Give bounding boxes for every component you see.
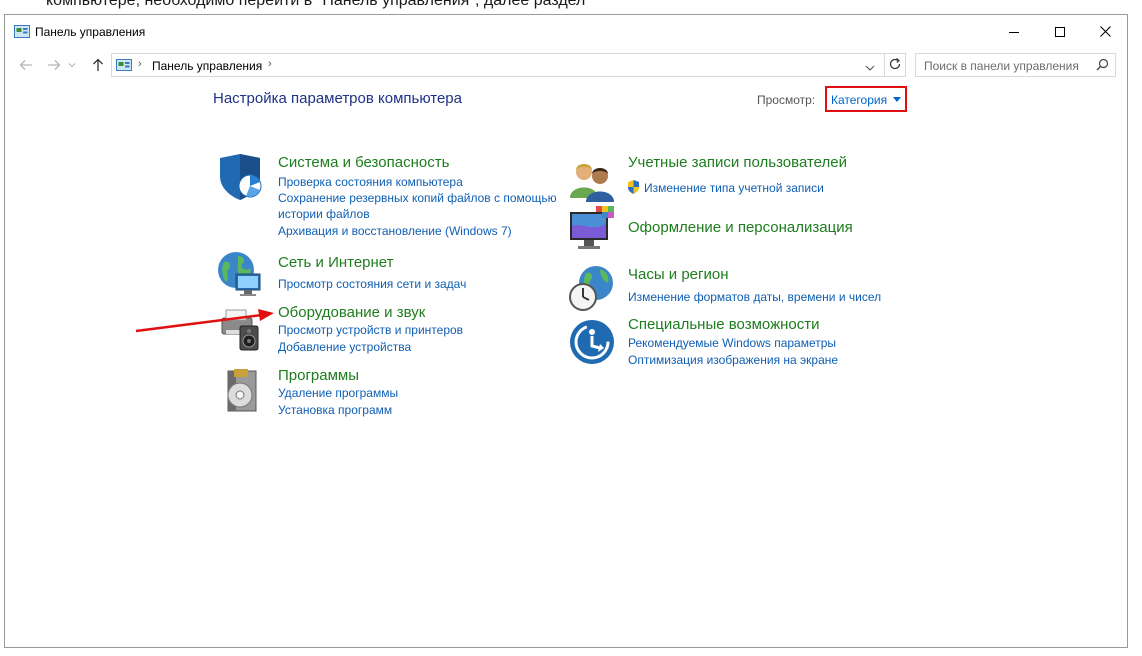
refresh-icon — [889, 58, 901, 70]
dropdown-arrow-icon — [893, 97, 901, 102]
view-label: Просмотр: — [757, 93, 816, 107]
link-install[interactable]: Установка программ — [278, 403, 392, 417]
monitor-palette-icon — [570, 206, 614, 249]
search-input[interactable]: Поиск в панели управления — [915, 53, 1116, 77]
back-button[interactable] — [15, 54, 37, 76]
category-title-accounts[interactable]: Учетные записи пользователей — [628, 154, 847, 171]
link-backup-restore[interactable]: Архивация и восстановление (Windows 7) — [278, 224, 512, 238]
page-title: Настройка параметров компьютера — [213, 90, 462, 107]
view-by-value: Категория — [831, 93, 888, 107]
link-change-account-type[interactable]: Изменение типа учетной записи — [644, 181, 824, 195]
printer-speaker-icon — [221, 309, 259, 351]
window-title: Панель управления — [35, 25, 146, 39]
address-bar[interactable]: › Панель управления › — [111, 53, 906, 77]
link-date-time-formats[interactable]: Изменение форматов даты, времени и чисел — [628, 290, 881, 304]
category-title-accessibility[interactable]: Специальные возможности — [628, 316, 820, 333]
category-title-network[interactable]: Сеть и Интернет — [278, 254, 394, 271]
search-icon[interactable] — [1096, 58, 1109, 71]
link-backup-files[interactable]: Сохранение резервных копий файлов с помо… — [278, 191, 557, 205]
breadcrumb-separator[interactable]: › — [268, 58, 272, 70]
view-by-dropdown[interactable]: Категория — [825, 86, 907, 112]
link-devices-printers[interactable]: Просмотр устройств и принтеров — [278, 323, 463, 337]
link-recommended-settings[interactable]: Рекомендуемые Windows параметры — [628, 336, 836, 350]
category-title-clock[interactable]: Часы и регион — [628, 266, 729, 283]
minimize-icon — [1009, 31, 1019, 33]
search-placeholder: Поиск в панели управления — [924, 59, 1079, 73]
arrow-up-icon — [93, 58, 103, 71]
link-add-device[interactable]: Добавление устройства — [278, 340, 411, 354]
users-icon — [570, 164, 614, 202]
link-file-history[interactable]: истории файлов — [278, 207, 370, 221]
maximize-button[interactable] — [1037, 15, 1083, 48]
forward-button[interactable] — [43, 54, 65, 76]
chevron-down-icon — [865, 65, 875, 71]
control-panel-icon — [14, 25, 30, 38]
breadcrumb-control-panel[interactable]: Панель управления — [152, 59, 262, 73]
category-title-programs[interactable]: Программы — [278, 367, 359, 384]
arrow-right-icon — [48, 60, 61, 70]
close-icon — [1099, 26, 1111, 37]
category-title-system[interactable]: Система и безопасность — [278, 154, 449, 171]
recent-locations-button[interactable] — [66, 54, 78, 76]
control-panel-window: Панель управления › Панель управления › … — [4, 14, 1128, 648]
globe-network-icon — [218, 252, 261, 296]
uac-shield-icon — [628, 180, 639, 194]
refresh-button[interactable] — [888, 57, 904, 73]
divider — [884, 54, 885, 76]
article-text: компьютере, необходимо перейти в "Панель… — [46, 0, 586, 9]
up-button[interactable] — [87, 54, 109, 76]
category-title-appearance[interactable]: Оформление и персонализация — [628, 219, 853, 236]
navigation-bar: › Панель управления › Поиск в панели упр… — [5, 50, 1127, 80]
disc-box-icon — [227, 369, 257, 412]
minimize-button[interactable] — [991, 15, 1037, 48]
arrow-left-icon — [19, 60, 32, 70]
address-dropdown-button[interactable] — [865, 59, 877, 71]
category-title-hardware[interactable]: Оборудование и звук — [278, 304, 425, 321]
link-check-status[interactable]: Проверка состояния компьютера — [278, 175, 463, 189]
link-network-status[interactable]: Просмотр состояния сети и задач — [278, 277, 466, 291]
control-panel-icon — [116, 59, 132, 71]
title-bar: Панель управления — [5, 15, 1127, 48]
link-optimize-display[interactable]: Оптимизация изображения на экране — [628, 353, 838, 367]
link-uninstall[interactable]: Удаление программы — [278, 386, 398, 400]
breadcrumb-separator: › — [138, 58, 142, 70]
close-button[interactable] — [1082, 15, 1128, 48]
maximize-icon — [1055, 26, 1065, 37]
chevron-down-icon — [68, 63, 76, 68]
accessibility-icon — [570, 320, 614, 364]
clock-globe-icon — [569, 266, 613, 311]
shield-icon — [220, 154, 262, 200]
